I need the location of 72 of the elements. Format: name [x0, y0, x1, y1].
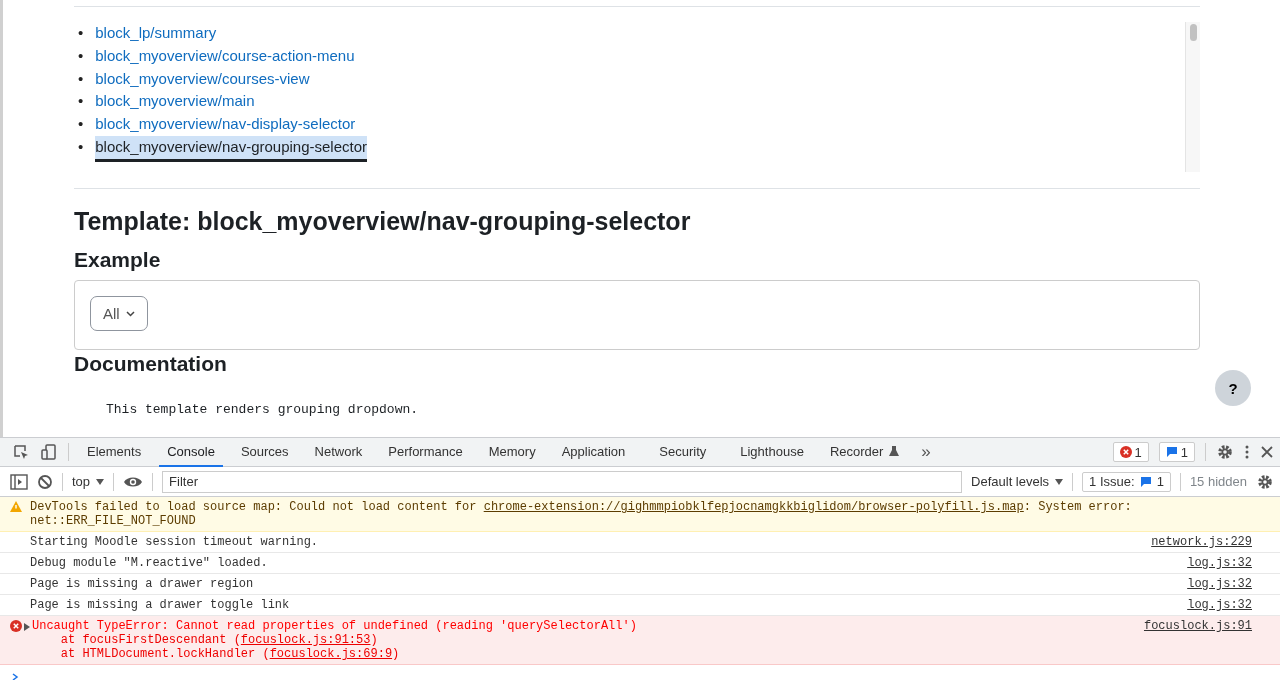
template-link[interactable]: block_lp/summary — [95, 22, 217, 45]
list-bullet: • — [78, 68, 84, 89]
source-link[interactable]: log.js:32 — [1187, 598, 1252, 612]
message-line: DevTools failed to load source map: Could not load content for chrome-extension://gighmmpiobklfepjocnamgkkbiglidom/browser-polyfill.js.map: System error: net::ERR_FILE_NOT_FOUND — [30, 500, 1133, 528]
sidebar-toggle-icon[interactable] — [10, 473, 28, 490]
device-icon[interactable] — [40, 443, 58, 461]
flask-icon — [889, 445, 900, 457]
source-link[interactable]: focuslock.js:69:9 — [269, 647, 393, 661]
list-bullet: • — [78, 114, 84, 135]
example-heading: Example — [74, 248, 162, 272]
template-link[interactable]: block_myoverview/main — [95, 90, 255, 114]
message-icon — [1139, 475, 1152, 488]
source-link[interactable]: log.js:32 — [1187, 556, 1252, 570]
devtools-tab[interactable]: Lighthouse — [732, 437, 812, 467]
message-line: Debug module "M.reactive" loaded. — [30, 556, 269, 570]
error-count-badge[interactable]: 1 — [1112, 442, 1149, 462]
list-bullet: • — [78, 91, 84, 112]
message-line: at HTMLDocument.lockHandler (focuslock.js:69:9) — [59, 647, 401, 661]
error-icon — [1119, 446, 1132, 458]
dropdown-arrow-icon — [1055, 478, 1064, 485]
kebab-menu-icon[interactable] — [1244, 443, 1250, 461]
clear-icon[interactable] — [37, 473, 53, 490]
grouping-dropdown[interactable]: All — [90, 296, 148, 331]
message-line: Page is missing a drawer region — [30, 577, 255, 591]
filter-field[interactable]: Filter — [162, 470, 963, 493]
scrollbar[interactable] — [1185, 22, 1200, 172]
source-link[interactable]: network.js:229 — [1151, 535, 1252, 549]
devtools-tab[interactable]: Elements — [79, 437, 150, 467]
template-link[interactable]: block_myoverview/nav-grouping-selector — [95, 136, 368, 162]
documentation-text: This template renders grouping dropdown. — [106, 402, 420, 417]
help-button[interactable]: ? — [1215, 370, 1251, 406]
log-levels-select[interactable]: Default levels — [971, 474, 1064, 489]
template-link[interactable]: block_myoverview/courses-view — [95, 67, 310, 91]
list-bullet: • — [78, 137, 84, 157]
error-icon — [10, 620, 22, 632]
prompt-icon — [12, 673, 20, 680]
dropdown-arrow-icon — [96, 478, 105, 485]
source-link[interactable]: log.js:32 — [1187, 577, 1252, 591]
message-line: Uncaught TypeError: Cannot read properties of undefined (reading 'querySelectorAll') — [32, 619, 638, 633]
documentation-heading: Documentation — [74, 352, 228, 376]
devtools-tab[interactable]: Performance — [380, 437, 471, 467]
devtools-tab[interactable]: Recorder — [821, 437, 908, 467]
source-link[interactable]: chrome-extension://gighmmpiobklfepjocnamgkkbiglidom/browser-polyfill.js.map — [483, 500, 1024, 514]
context-select[interactable]: top — [72, 474, 105, 489]
list-bullet: • — [78, 45, 84, 66]
list-bullet: • — [78, 23, 84, 43]
more-tabs-button[interactable]: » — [917, 442, 935, 462]
warning-icon — [10, 501, 22, 512]
message-count-badge[interactable]: 1 — [1158, 442, 1195, 462]
source-link[interactable]: focuslock.js:91:53 — [240, 633, 371, 647]
message-line: at focusFirstDescendant (focuslock.js:91:53) — [59, 633, 379, 647]
template-link[interactable]: block_myoverview/nav-display-selector — [95, 113, 356, 136]
template-link[interactable]: block_myoverview/course-action-menu — [95, 44, 355, 68]
message-icon — [1165, 446, 1178, 458]
devtools-tab[interactable]: Application — [553, 437, 634, 467]
template-title: Template: block_myoverview/nav-grouping-selector — [74, 207, 692, 236]
inspect-icon[interactable] — [12, 443, 30, 461]
settings-icon[interactable] — [1216, 443, 1234, 461]
chevron-icon — [125, 310, 135, 317]
hidden-count: 15 hidden — [1189, 474, 1247, 489]
devtools-tab[interactable]: Console — [159, 437, 223, 467]
devtools-tab[interactable]: Memory — [480, 437, 544, 467]
message-line: Starting Moodle session timeout warning. — [30, 535, 320, 549]
issues-button[interactable]: 1 Issue: 1 — [1082, 471, 1171, 492]
close-icon[interactable] — [1260, 445, 1274, 459]
devtools-tab[interactable]: Network — [306, 437, 371, 467]
settings-icon[interactable] — [1256, 472, 1274, 491]
expand-icon[interactable] — [24, 623, 30, 631]
message-line: Page is missing a drawer toggle link — [30, 598, 291, 612]
devtools-tab[interactable]: Sources — [232, 437, 297, 467]
source-link[interactable]: focuslock.js:91 — [1143, 619, 1252, 633]
devtools-tab[interactable]: Security — [651, 437, 715, 467]
